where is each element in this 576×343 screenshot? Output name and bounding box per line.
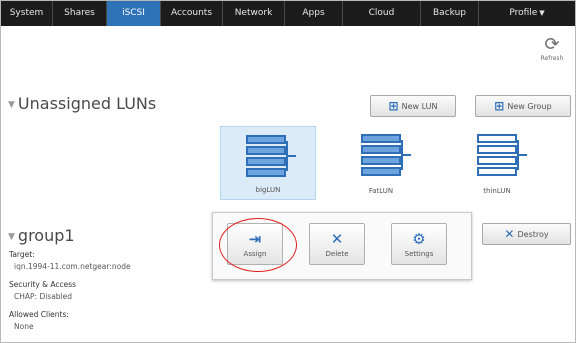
lun-item-thinlun[interactable]: thinLUN [460,126,534,200]
collapse-arrow-icon: ▼ [8,100,15,110]
security-label: Security & Access [9,280,77,289]
destroy-button[interactable]: ✕ Destroy [482,223,571,245]
lun-stack-icon [477,134,527,178]
allowed-clients-value: None [14,322,34,331]
lun-item-biglun[interactable]: bigLUN [220,126,316,200]
new-group-button[interactable]: ⊞ New Group [475,95,571,117]
collapse-arrow-icon: ▼ [8,232,15,242]
assign-label: Assign [243,250,267,258]
nav-tab-shares[interactable]: Shares [53,1,107,26]
nav-tab-system[interactable]: System [1,1,53,26]
target-value: iqn.1994-11.com.netgear:node [14,262,131,271]
security-value: CHAP: Disabled [14,292,73,301]
refresh-icon: ⟳ [544,34,560,55]
nav-tab-apps[interactable]: Apps [285,1,343,26]
gear-icon: ⚙ [412,230,426,248]
new-lun-button[interactable]: ⊞ New LUN [370,95,456,117]
nav-tab-cloud[interactable]: Cloud [343,1,421,26]
new-lun-icon: ⊞ [388,99,399,113]
lun-label: bigLUN [255,186,281,194]
nav-tab-profile[interactable]: Profile ▼ [479,1,575,26]
settings-button[interactable]: ⚙ Settings [391,223,447,265]
new-group-label: New Group [507,101,552,111]
nav-tab-backup[interactable]: Backup [421,1,479,26]
group-title-label: group1 [17,226,75,245]
refresh-button[interactable]: ⟳ Refresh [534,34,570,63]
lun-action-popup: ⇥ Assign ✕ Delete ⚙ Settings [212,212,472,280]
destroy-label: Destroy [517,229,549,239]
nav-tab-network[interactable]: Network [223,1,285,26]
settings-label: Settings [404,250,434,258]
nav-tab-iscsi[interactable]: iSCSI [107,1,161,26]
new-lun-label: New LUN [401,101,438,111]
group-title[interactable]: ▼ group1 [8,226,75,245]
lun-item-fatlun[interactable]: FatLUN [344,126,418,200]
lun-stack-icon [246,135,296,179]
lun-stack-icon [361,134,411,178]
delete-label: Delete [325,250,349,258]
assign-icon: ⇥ [248,230,262,248]
unassigned-luns-title[interactable]: ▼ Unassigned LUNs [8,94,156,113]
delete-button[interactable]: ✕ Delete [309,223,365,265]
nav-profile-label: Profile [509,8,538,18]
assign-button[interactable]: ⇥ Assign [227,223,283,265]
chevron-down-icon: ▼ [539,9,545,17]
nav-tab-accounts[interactable]: Accounts [161,1,223,26]
delete-icon: ✕ [330,230,344,248]
allowed-clients-label: Allowed Clients: [9,310,69,319]
destroy-icon: ✕ [504,227,515,241]
unassigned-luns-label: Unassigned LUNs [17,94,157,113]
top-nav: System Shares iSCSI Accounts Network App… [1,1,575,26]
refresh-label: Refresh [540,55,564,62]
lun-label: FatLUN [368,187,394,195]
new-group-icon: ⊞ [494,99,505,113]
lun-label: thinLUN [483,187,511,195]
target-label: Target: [9,250,35,259]
